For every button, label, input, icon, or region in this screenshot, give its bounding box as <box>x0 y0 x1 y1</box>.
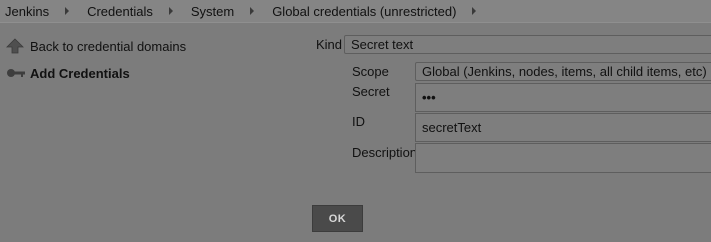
kind-label: Kind <box>316 37 343 52</box>
secret-input[interactable]: ••• <box>415 83 711 112</box>
arrow-up-icon <box>6 38 24 54</box>
breadcrumb-item-global-credentials[interactable]: Global credentials (unrestricted) <box>272 4 456 19</box>
key-icon <box>6 65 25 81</box>
sidebar-item-back-label: Back to credential domains <box>30 38 187 54</box>
description-label: Description <box>352 145 418 160</box>
breadcrumb-separator-icon[interactable] <box>472 7 477 15</box>
sidebar-item-add-label: Add Credentials <box>30 65 130 81</box>
breadcrumb-separator-icon[interactable] <box>168 7 173 15</box>
kind-select-value: Secret text <box>351 37 414 52</box>
scope-select[interactable]: Global (Jenkins, nodes, items, all child… <box>415 62 711 81</box>
kind-select[interactable]: Secret text <box>344 35 711 54</box>
breadcrumb-item-credentials[interactable]: Credentials <box>87 4 153 19</box>
breadcrumb: Jenkins Credentials System Global creden… <box>0 0 711 23</box>
secret-label: Secret <box>352 84 390 99</box>
scope-select-value: Global (Jenkins, nodes, items, all child… <box>422 64 707 79</box>
description-textarea[interactable] <box>415 143 711 173</box>
breadcrumb-separator-icon[interactable] <box>250 7 255 15</box>
scope-label: Scope <box>352 64 389 79</box>
id-input[interactable]: secretText <box>415 113 711 142</box>
ok-button[interactable]: OK <box>312 205 363 232</box>
breadcrumb-item-jenkins[interactable]: Jenkins <box>0 4 49 19</box>
breadcrumb-item-system[interactable]: System <box>191 4 234 19</box>
id-input-value: secretText <box>422 120 482 135</box>
sidebar-item-back[interactable]: Back to credential domains <box>6 38 186 54</box>
page: Jenkins Credentials System Global creden… <box>0 0 711 242</box>
id-label: ID <box>352 114 365 129</box>
breadcrumb-separator-icon[interactable] <box>65 7 70 15</box>
secret-input-value: ••• <box>422 90 436 105</box>
sidebar-item-add-credentials[interactable]: Add Credentials <box>6 65 130 81</box>
